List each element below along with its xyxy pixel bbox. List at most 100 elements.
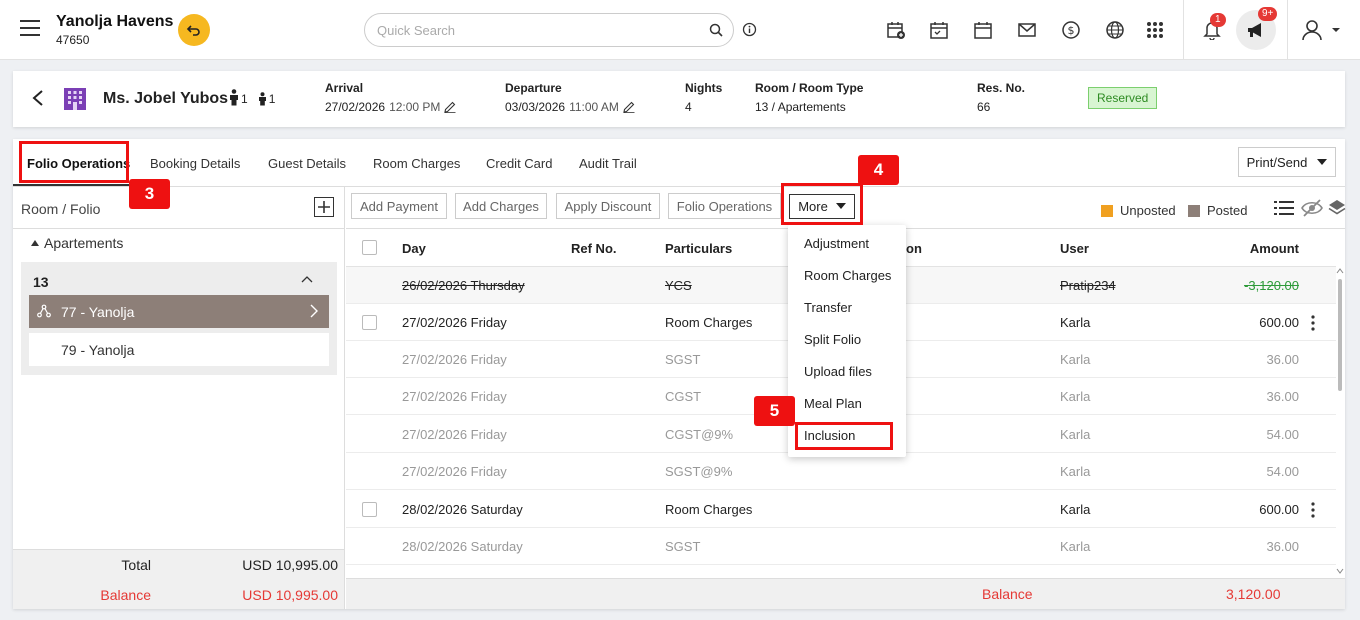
room-folio-header: Room / Folio	[21, 201, 101, 217]
tab-guest-details[interactable]: Guest Details	[268, 156, 346, 171]
cell-day: 27/02/2026 Friday	[402, 389, 507, 404]
tab-booking-details[interactable]: Booking Details	[150, 156, 240, 171]
caret-down-icon	[1317, 159, 1328, 165]
search-input[interactable]	[377, 15, 697, 45]
select-all-checkbox[interactable]	[362, 240, 377, 255]
user-menu[interactable]	[1299, 18, 1343, 42]
search-icon[interactable]	[709, 23, 723, 37]
col-ref-no: Ref No.	[571, 241, 617, 256]
step-5-label: 5	[754, 396, 795, 426]
folio-item[interactable]: 79 - Yanolja	[29, 333, 329, 366]
total-label: Total	[121, 557, 151, 573]
mail-icon[interactable]	[1015, 18, 1039, 42]
cell-day: 27/02/2026 Friday	[402, 427, 507, 442]
folio-name: 77 - Yanolja	[61, 303, 135, 320]
cell-user: Pratip234	[1060, 278, 1116, 293]
print-send-button[interactable]: Print/Send	[1238, 147, 1336, 177]
scrollbar-thumb[interactable]	[1338, 279, 1342, 391]
dollar-icon[interactable]: $	[1059, 18, 1083, 42]
room-number: 13	[33, 274, 49, 290]
cell-user: Karla	[1060, 502, 1091, 517]
row-checkbox[interactable]	[362, 502, 377, 517]
cell-user: Karla	[1060, 389, 1091, 404]
print-send-label: Print/Send	[1246, 154, 1308, 170]
room-type-group[interactable]: Apartements	[31, 235, 123, 251]
add-payment-button[interactable]: Add Payment	[351, 193, 447, 219]
cell-user: Karla	[1060, 464, 1091, 479]
table-row[interactable]: 28/02/2026 Saturday SGST Karla 36.00	[346, 528, 1336, 565]
right-totals: Balance 3,120.00	[346, 578, 1345, 609]
cell-user: Karla	[1060, 352, 1091, 367]
unposted-swatch	[1101, 204, 1113, 217]
edit-pencil-icon[interactable]	[623, 101, 635, 113]
tab-credit-card[interactable]: Credit Card	[486, 156, 552, 171]
menu-item-meal-plan[interactable]: Meal Plan	[804, 396, 862, 411]
highlight-more-button	[781, 183, 863, 225]
cell-amount: 36.00	[1266, 352, 1299, 367]
quick-search[interactable]	[364, 13, 734, 47]
layers-icon[interactable]	[1328, 199, 1346, 217]
calendar-icon[interactable]	[971, 18, 995, 42]
col-day: Day	[402, 241, 426, 256]
building-icon	[64, 88, 86, 110]
folio-item[interactable]: 77 - Yanolja	[29, 295, 329, 328]
menu-item-split-folio[interactable]: Split Folio	[804, 332, 861, 347]
back-arrow-icon[interactable]	[31, 89, 45, 107]
folio-operations-button[interactable]: Folio Operations	[668, 193, 781, 219]
calendar-add-icon[interactable]	[884, 18, 908, 42]
adult-count: 1	[241, 92, 248, 106]
folio-name: 79 - Yanolja	[61, 341, 135, 358]
cell-day: 28/02/2026 Saturday	[402, 502, 523, 517]
menu-item-upload-files[interactable]: Upload files	[804, 364, 872, 379]
eye-off-icon[interactable]	[1301, 199, 1323, 217]
departure-label: Departure	[505, 81, 562, 95]
cell-particulars: Room Charges	[665, 315, 753, 330]
edit-pencil-icon[interactable]	[444, 101, 456, 113]
menu-item-adjustment[interactable]: Adjustment	[804, 236, 869, 251]
kebab-menu-icon[interactable]	[1310, 314, 1316, 332]
share-nodes-icon	[37, 304, 51, 318]
kebab-menu-icon[interactable]	[1310, 501, 1316, 519]
active-tab-indicator	[13, 184, 131, 186]
cell-amount: 36.00	[1266, 539, 1299, 554]
cell-particulars: SGST@9%	[665, 464, 733, 479]
tab-room-charges[interactable]: Room Charges	[373, 156, 460, 171]
add-charges-button[interactable]: Add Charges	[455, 193, 547, 219]
list-view-icon[interactable]	[1274, 199, 1294, 217]
table-row[interactable]: 27/02/2026 Friday SGST@9% Karla 54.00	[346, 453, 1336, 490]
table-row[interactable]: 28/02/2026 Saturday Room Charges Karla 6…	[346, 491, 1336, 528]
cell-amount: 36.00	[1266, 389, 1299, 404]
apply-discount-button[interactable]: Apply Discount	[556, 193, 660, 219]
col-amount: Amount	[1249, 241, 1299, 256]
globe-icon[interactable]	[1103, 18, 1127, 42]
cell-particulars: Room Charges	[665, 502, 753, 517]
notification-badge: 1	[1210, 13, 1226, 27]
chevron-up-icon[interactable]	[301, 274, 313, 284]
cell-amount: 54.00	[1266, 427, 1299, 442]
child-count: 1	[268, 92, 276, 106]
add-folio-button[interactable]	[314, 197, 334, 217]
tab-audit-trail[interactable]: Audit Trail	[579, 156, 637, 171]
reservation-header: Ms. Jobel Yubos 1 1 Arrival 27/02/2026 1…	[13, 71, 1345, 127]
scrollbar[interactable]	[1334, 267, 1344, 577]
posted-label: Posted	[1207, 203, 1248, 218]
room-value: 13 / Apartements	[755, 100, 846, 114]
cell-day: 27/02/2026 Friday	[402, 352, 507, 367]
cell-amount: 600.00	[1259, 315, 1299, 330]
caret-up-icon	[31, 240, 39, 246]
row-checkbox[interactable]	[362, 315, 377, 330]
calendar-check-icon[interactable]	[927, 18, 951, 42]
menu-icon[interactable]	[20, 20, 40, 36]
menu-item-room-charges[interactable]: Room Charges	[804, 268, 891, 283]
info-icon[interactable]	[742, 22, 757, 37]
menu-item-transfer[interactable]: Transfer	[804, 300, 852, 315]
col-description: on	[906, 241, 922, 256]
res-no-info: Res. No. 66	[977, 81, 1025, 114]
hotel-name: Yanolja Havens	[56, 13, 174, 30]
arrival-date: 27/02/2026	[325, 100, 386, 114]
room-label: Room / Room Type	[755, 81, 864, 95]
scroll-down-icon[interactable]	[1335, 567, 1345, 575]
apps-grid-icon[interactable]	[1143, 18, 1167, 42]
undo-icon[interactable]	[178, 14, 210, 46]
scroll-up-icon[interactable]	[1335, 267, 1345, 275]
